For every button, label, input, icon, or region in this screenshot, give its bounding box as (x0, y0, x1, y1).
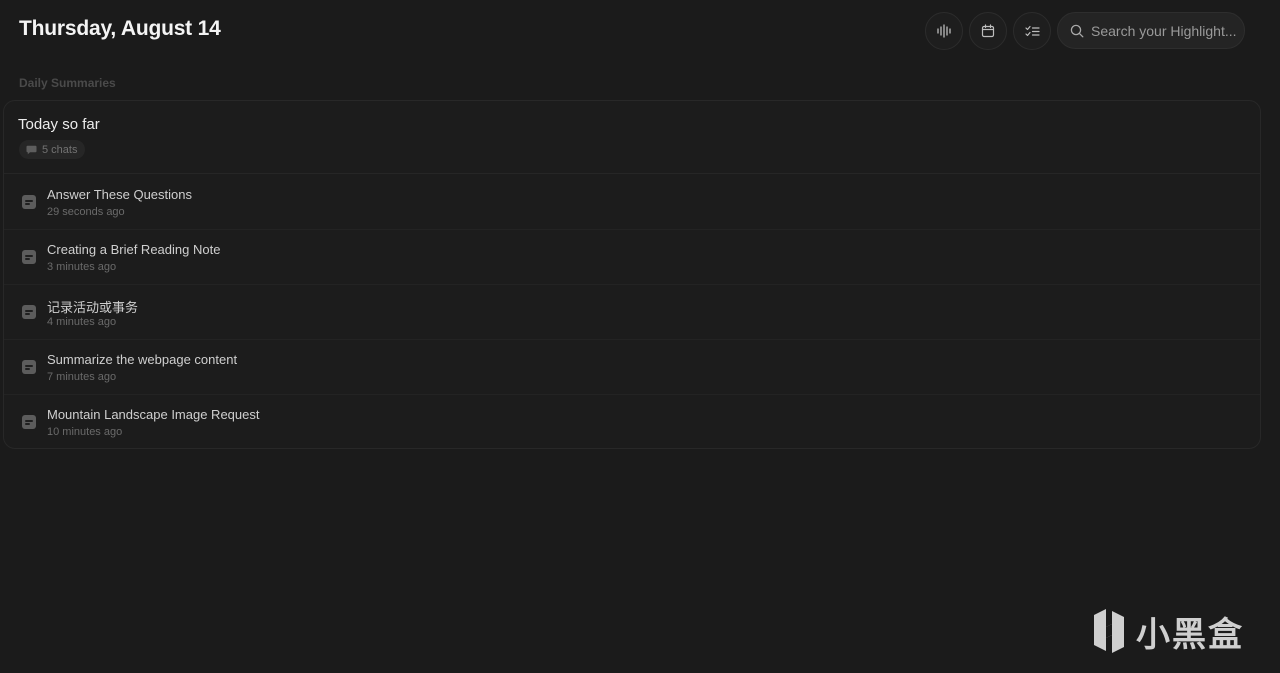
calendar-icon (981, 24, 995, 38)
list-item[interactable]: Summarize the webpage content 7 minutes … (4, 340, 1260, 395)
chats-count-label: 5 chats (42, 143, 78, 156)
audio-waveform-icon (937, 24, 951, 38)
watermark: 小黑盒 (1088, 603, 1248, 659)
calendar-button[interactable] (969, 12, 1007, 50)
search-icon (1070, 24, 1084, 37)
page-title: Thursday, August 14 (19, 17, 221, 40)
list-item[interactable]: Answer These Questions 29 seconds ago (4, 175, 1260, 230)
watermark-text: 小黑盒 (1136, 614, 1244, 655)
checklist-icon (1024, 25, 1040, 36)
chat-list: Answer These Questions 29 seconds ago Cr… (4, 175, 1260, 450)
header: Thursday, August 14 (0, 0, 1280, 62)
item-title: Creating a Brief Reading Note (47, 242, 221, 257)
note-icon (22, 195, 36, 209)
note-icon (22, 305, 36, 319)
note-icon (22, 360, 36, 374)
list-item[interactable]: 记录活动或事务 4 minutes ago (4, 285, 1260, 340)
chat-bubble-icon (26, 145, 37, 154)
item-time: 3 minutes ago (47, 261, 117, 273)
search-input[interactable] (1091, 22, 1241, 39)
item-title: Answer These Questions (47, 187, 192, 202)
item-time: 29 seconds ago (47, 206, 125, 218)
item-title: Mountain Landscape Image Request (47, 407, 260, 422)
xiaoheihe-logo-icon (1094, 609, 1124, 653)
audio-button[interactable] (925, 12, 963, 50)
item-title: Summarize the webpage content (47, 352, 238, 367)
daily-summary-card: Today so far 5 chats Answer These Questi… (3, 100, 1261, 449)
item-time: 4 minutes ago (47, 316, 117, 328)
list-item[interactable]: Creating a Brief Reading Note 3 minutes … (4, 230, 1260, 285)
note-icon (22, 415, 36, 429)
item-time: 7 minutes ago (47, 371, 117, 383)
tasks-button[interactable] (1013, 12, 1051, 50)
app-page: Thursday, August 14 Search your Highligh… (0, 0, 1280, 673)
card-title: Today so far (18, 116, 100, 133)
note-icon (22, 250, 36, 264)
item-time: 10 minutes ago (47, 426, 123, 438)
card-header[interactable]: Today so far 5 chats (4, 101, 1260, 174)
search-bar[interactable] (1057, 12, 1245, 49)
section-label: Daily Summaries (19, 76, 116, 90)
chats-count-badge: 5 chats (19, 140, 86, 159)
list-item[interactable]: Mountain Landscape Image Request 10 minu… (4, 395, 1260, 450)
item-title: 记录活动或事务 (47, 300, 139, 315)
